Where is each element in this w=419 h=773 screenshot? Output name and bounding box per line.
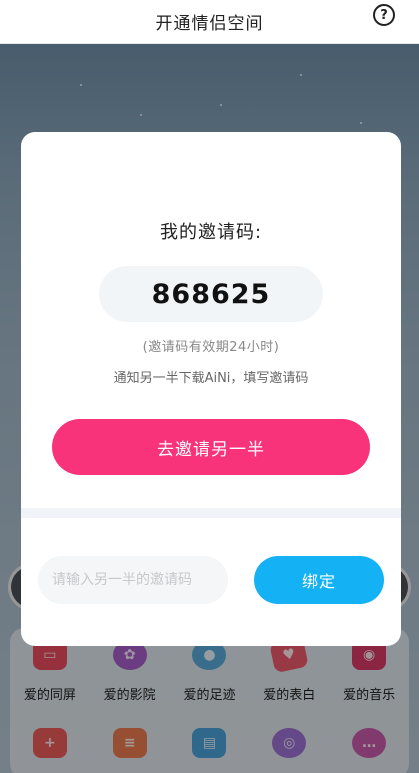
invite-code-value: 868625 (151, 278, 271, 310)
invite-code-box[interactable]: 868625 (99, 266, 323, 322)
bind-button[interactable]: 绑定 (254, 556, 384, 604)
code-validity-note: (邀请码有效期24小时) (142, 340, 280, 355)
invite-code-dialog: 我的邀请码: 868625 (邀请码有效期24小时) 通知另一半下载AiNi，填… (21, 132, 401, 646)
top-bar: 开通情侣空间 ? (0, 0, 419, 44)
section-divider (21, 508, 401, 518)
invite-code-title: 我的邀请码: (159, 222, 263, 243)
partner-code-input[interactable] (38, 556, 228, 604)
page-title: 开通情侣空间 (155, 14, 264, 34)
help-icon[interactable]: ? (373, 4, 395, 26)
invite-partner-button[interactable]: 去邀请另一半 (52, 419, 370, 475)
invite-instruction: 通知另一半下载AiNi，填写邀请码 (113, 371, 309, 386)
